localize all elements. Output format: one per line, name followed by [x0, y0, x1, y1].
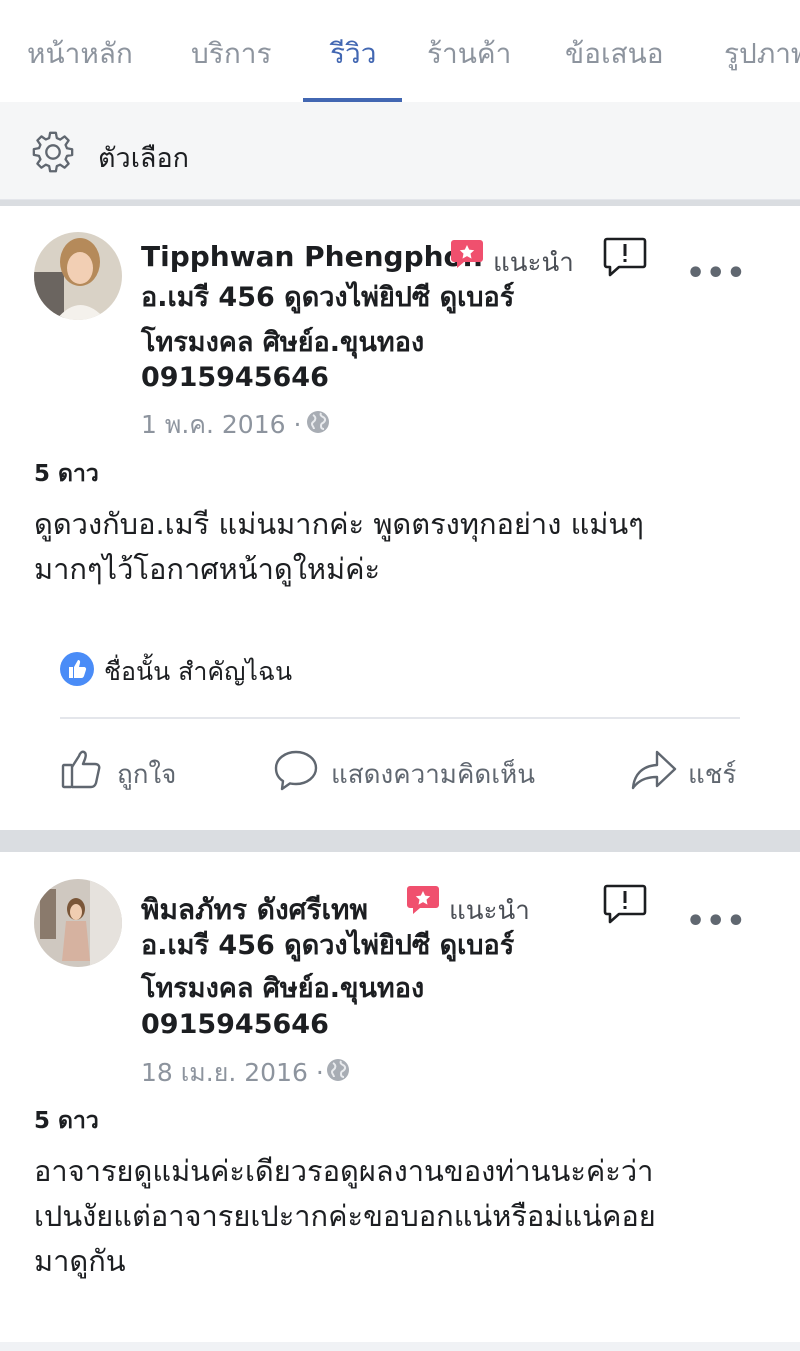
recommend-badge-icon	[451, 240, 483, 268]
review-text: ดูดวงกับอ.เมรี แม่นมากค่ะ พูดตรงทุกอย่าง…	[34, 502, 774, 592]
comment-label: แสดงความคิดเห็น	[331, 760, 536, 790]
report-icon[interactable]	[603, 236, 647, 278]
review-rating: 5 ดาว	[34, 1108, 99, 1134]
divider	[60, 717, 740, 719]
review-text-line: มากๆไว้โอกาศหน้าดูใหม่ค่ะ	[34, 552, 381, 586]
reviewed-page-phone[interactable]: 0915945646	[141, 355, 329, 400]
tab-home[interactable]: หน้าหลัก	[27, 32, 133, 76]
liked-by-text[interactable]: ชื่อนั้น สำคัญไฉน	[104, 652, 292, 692]
review-card: Tipphwan Phengphon แนะนำ ••• อ.เมรี 456 …	[0, 206, 800, 830]
tab-photos[interactable]: รูปภาพ	[724, 32, 800, 76]
reviewed-page-name[interactable]: อ.เมรี 456 ดูดวงไพ่ยิปซี ดูเบอร์	[141, 275, 514, 320]
review-text-line: เปนงัยแต่อาจารยเปะากค่ะขอบอกแน่หรือม่แน่…	[34, 1199, 656, 1233]
page-tabs: หน้าหลัก บริการ รีวิว ร้านค้า ข้อเสนอ รู…	[0, 0, 800, 102]
avatar[interactable]	[34, 879, 122, 967]
share-icon	[631, 750, 677, 790]
review-card: พิมลภัทร ดังศรีเทพ แนะนำ ••• อ.เมรี 456 …	[0, 852, 800, 1342]
review-rating: 5 ดาว	[34, 461, 99, 487]
more-options-icon[interactable]: •••	[686, 256, 747, 291]
review-text-line: ดูดวงกับอ.เมรี แม่นมากค่ะ พูดตรงทุกอย่าง…	[34, 507, 644, 541]
more-options-icon[interactable]: •••	[686, 904, 747, 939]
like-label: ถูกใจ	[117, 760, 177, 790]
review-date[interactable]: 18 เม.ย. 2016 ·	[141, 1053, 324, 1093]
reviewed-page-phone[interactable]: 0915945646	[141, 1002, 329, 1047]
tab-reviews[interactable]: รีวิว	[330, 32, 376, 76]
like-reaction-icon	[60, 652, 94, 686]
globe-icon	[327, 1059, 349, 1081]
review-author[interactable]: Tipphwan Phengphon	[141, 240, 483, 273]
tab-services[interactable]: บริการ	[191, 32, 272, 76]
globe-icon	[307, 411, 329, 433]
options-label: ตัวเลือก	[98, 143, 190, 174]
thumbs-up-icon	[61, 750, 101, 789]
comment-icon	[274, 750, 318, 791]
review-text: อาจารยดูแม่นค่ะเดียวรอดูผลงานของท่านนะค่…	[34, 1149, 774, 1284]
avatar[interactable]	[34, 232, 122, 320]
gear-icon	[32, 131, 74, 173]
review-text-line: มาดูกัน	[34, 1244, 126, 1278]
tab-offers[interactable]: ข้อเสนอ	[565, 32, 664, 76]
tab-shop[interactable]: ร้านค้า	[427, 32, 511, 76]
options-bar[interactable]: ตัวเลือก	[0, 102, 800, 200]
reviewed-page-name[interactable]: อ.เมรี 456 ดูดวงไพ่ยิปซี ดูเบอร์	[141, 923, 514, 968]
share-label: แชร์	[688, 760, 737, 790]
section-separator	[0, 1342, 800, 1351]
section-separator	[0, 830, 800, 852]
review-text-line: อาจารยดูแม่นค่ะเดียวรอดูผลงานของท่านนะค่…	[34, 1154, 654, 1188]
review-date[interactable]: 1 พ.ค. 2016 ·	[141, 405, 301, 445]
recommend-badge-icon	[407, 886, 439, 914]
report-icon[interactable]	[603, 883, 647, 925]
